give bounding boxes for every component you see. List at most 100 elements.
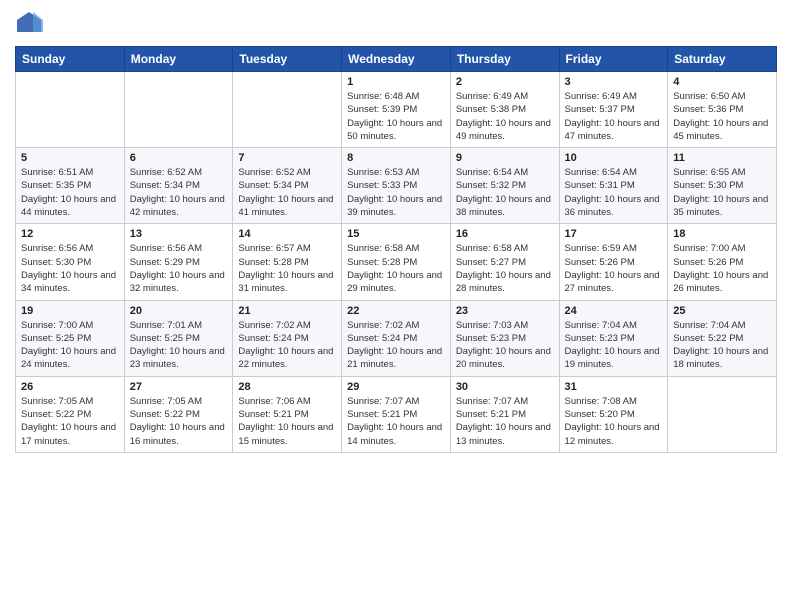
logo [15,10,47,38]
calendar-cell: 7Sunrise: 6:52 AM Sunset: 5:34 PM Daylig… [233,148,342,224]
calendar-cell: 8 Sunrise: 6:53 AM Sunset: 5:33 PM Daylig… [342,148,451,224]
day-number: 29 [347,381,445,393]
day-info: Sunrise: 6:49 AM Sunset: 5:37 PM Dayligh… [565,90,663,143]
day-number: 8 [347,152,445,164]
day-info: Sunrise: 6:58 AM Sunset: 5:28 PM Dayligh… [347,242,445,295]
day-info: Sunrise: 6:52 AM Sunset: 5:34 PM Dayligh… [130,166,228,219]
day-info: Sunrise: 6:49 AM Sunset: 5:38 PM Dayligh… [456,90,554,143]
calendar-cell [124,72,233,148]
day-info: Sunrise: 6:54 AM Sunset: 5:31 PM Dayligh… [565,166,663,219]
weekday-header: Friday [559,47,668,72]
day-number: 27 [130,381,228,393]
weekday-header: Thursday [450,47,559,72]
day-info: Sunrise: 7:07 AM Sunset: 5:21 PM Dayligh… [456,395,554,448]
day-number: 26 [21,381,119,393]
calendar-cell: 23Sunrise: 7:03 AM Sunset: 5:23 PM Dayli… [450,300,559,376]
calendar-cell: 20 Sunrise: 7:01 AM Sunset: 5:25 PM Dayli… [124,300,233,376]
calendar-cell: 1 Sunrise: 6:48 AM Sunset: 5:39 PM Daylig… [342,72,451,148]
calendar-cell: 10 Sunrise: 6:54 AM Sunset: 5:31 PM Dayli… [559,148,668,224]
day-number: 30 [456,381,554,393]
calendar-cell: 3Sunrise: 6:49 AM Sunset: 5:37 PM Daylig… [559,72,668,148]
calendar-cell: 27 Sunrise: 7:05 AM Sunset: 5:22 PM Dayli… [124,376,233,452]
calendar-cell: 31 Sunrise: 7:08 AM Sunset: 5:20 PM Dayli… [559,376,668,452]
calendar-cell: 21Sunrise: 7:02 AM Sunset: 5:24 PM Dayli… [233,300,342,376]
day-info: Sunrise: 7:01 AM Sunset: 5:25 PM Dayligh… [130,319,228,372]
calendar-cell: 25 Sunrise: 7:04 AM Sunset: 5:22 PM Dayli… [668,300,777,376]
day-info: Sunrise: 6:48 AM Sunset: 5:39 PM Dayligh… [347,90,445,143]
calendar-cell [16,72,125,148]
day-number: 9 [456,152,554,164]
calendar-cell: 15 Sunrise: 6:58 AM Sunset: 5:28 PM Dayli… [342,224,451,300]
calendar-cell [233,72,342,148]
day-number: 19 [21,305,119,317]
header [15,10,777,38]
day-info: Sunrise: 6:53 AM Sunset: 5:33 PM Dayligh… [347,166,445,219]
day-number: 12 [21,228,119,240]
calendar-cell: 5Sunrise: 6:51 AM Sunset: 5:35 PM Daylig… [16,148,125,224]
calendar-cell: 19Sunrise: 7:00 AM Sunset: 5:25 PM Dayli… [16,300,125,376]
day-number: 31 [565,381,663,393]
calendar-week-row: 19Sunrise: 7:00 AM Sunset: 5:25 PM Dayli… [16,300,777,376]
calendar-cell: 22 Sunrise: 7:02 AM Sunset: 5:24 PM Dayli… [342,300,451,376]
day-number: 23 [456,305,554,317]
day-info: Sunrise: 6:50 AM Sunset: 5:36 PM Dayligh… [673,90,771,143]
day-info: Sunrise: 7:07 AM Sunset: 5:21 PM Dayligh… [347,395,445,448]
calendar-cell [668,376,777,452]
day-info: Sunrise: 6:55 AM Sunset: 5:30 PM Dayligh… [673,166,771,219]
weekday-header: Monday [124,47,233,72]
day-info: Sunrise: 6:58 AM Sunset: 5:27 PM Dayligh… [456,242,554,295]
day-number: 11 [673,152,771,164]
calendar-week-row: 1 Sunrise: 6:48 AM Sunset: 5:39 PM Daylig… [16,72,777,148]
calendar-cell: 26Sunrise: 7:05 AM Sunset: 5:22 PM Dayli… [16,376,125,452]
day-info: Sunrise: 7:04 AM Sunset: 5:23 PM Dayligh… [565,319,663,372]
day-number: 22 [347,305,445,317]
day-number: 4 [673,76,771,88]
day-info: Sunrise: 6:59 AM Sunset: 5:26 PM Dayligh… [565,242,663,295]
day-info: Sunrise: 6:57 AM Sunset: 5:28 PM Dayligh… [238,242,336,295]
day-info: Sunrise: 6:52 AM Sunset: 5:34 PM Dayligh… [238,166,336,219]
day-number: 6 [130,152,228,164]
day-number: 20 [130,305,228,317]
logo-icon [15,10,43,38]
calendar-cell: 14 Sunrise: 6:57 AM Sunset: 5:28 PM Dayli… [233,224,342,300]
day-number: 15 [347,228,445,240]
day-number: 28 [238,381,336,393]
day-number: 17 [565,228,663,240]
weekday-header: Saturday [668,47,777,72]
calendar-cell: 12 Sunrise: 6:56 AM Sunset: 5:30 PM Dayli… [16,224,125,300]
weekday-header: Tuesday [233,47,342,72]
calendar-cell: 30 Sunrise: 7:07 AM Sunset: 5:21 PM Dayli… [450,376,559,452]
day-info: Sunrise: 7:05 AM Sunset: 5:22 PM Dayligh… [130,395,228,448]
calendar-cell: 28Sunrise: 7:06 AM Sunset: 5:21 PM Dayli… [233,376,342,452]
day-info: Sunrise: 7:02 AM Sunset: 5:24 PM Dayligh… [347,319,445,372]
calendar-table: SundayMondayTuesdayWednesdayThursdayFrid… [15,46,777,453]
weekday-header: Wednesday [342,47,451,72]
day-number: 25 [673,305,771,317]
day-info: Sunrise: 7:08 AM Sunset: 5:20 PM Dayligh… [565,395,663,448]
calendar-cell: 13 Sunrise: 6:56 AM Sunset: 5:29 PM Dayli… [124,224,233,300]
calendar-week-row: 5Sunrise: 6:51 AM Sunset: 5:35 PM Daylig… [16,148,777,224]
calendar-cell: 29 Sunrise: 7:07 AM Sunset: 5:21 PM Dayli… [342,376,451,452]
page: SundayMondayTuesdayWednesdayThursdayFrid… [0,0,792,612]
day-info: Sunrise: 6:51 AM Sunset: 5:35 PM Dayligh… [21,166,119,219]
day-number: 10 [565,152,663,164]
day-number: 14 [238,228,336,240]
calendar-week-row: 12 Sunrise: 6:56 AM Sunset: 5:30 PM Dayli… [16,224,777,300]
day-number: 13 [130,228,228,240]
calendar-cell: 18 Sunrise: 7:00 AM Sunset: 5:26 PM Dayli… [668,224,777,300]
day-info: Sunrise: 7:00 AM Sunset: 5:26 PM Dayligh… [673,242,771,295]
day-number: 1 [347,76,445,88]
day-number: 16 [456,228,554,240]
calendar-cell: 2Sunrise: 6:49 AM Sunset: 5:38 PM Daylig… [450,72,559,148]
day-number: 21 [238,305,336,317]
calendar-cell: 24 Sunrise: 7:04 AM Sunset: 5:23 PM Dayli… [559,300,668,376]
day-info: Sunrise: 7:04 AM Sunset: 5:22 PM Dayligh… [673,319,771,372]
calendar-cell: 11 Sunrise: 6:55 AM Sunset: 5:30 PM Dayli… [668,148,777,224]
day-info: Sunrise: 6:56 AM Sunset: 5:29 PM Dayligh… [130,242,228,295]
day-info: Sunrise: 6:56 AM Sunset: 5:30 PM Dayligh… [21,242,119,295]
day-number: 18 [673,228,771,240]
calendar-cell: 6 Sunrise: 6:52 AM Sunset: 5:34 PM Daylig… [124,148,233,224]
day-info: Sunrise: 6:54 AM Sunset: 5:32 PM Dayligh… [456,166,554,219]
day-number: 24 [565,305,663,317]
weekday-header: Sunday [16,47,125,72]
